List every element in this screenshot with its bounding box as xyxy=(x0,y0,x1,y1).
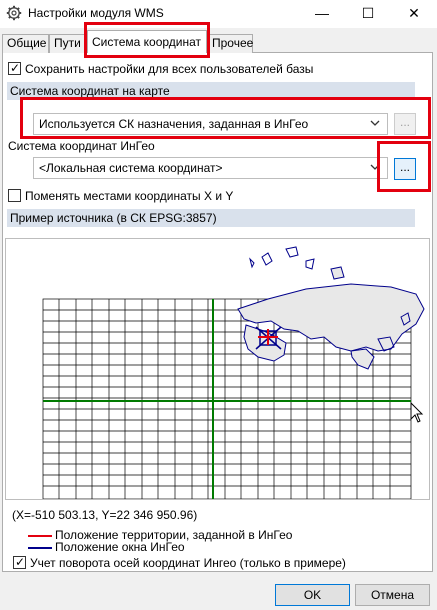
map-cs-section-header: Система координат на карте xyxy=(7,82,415,100)
swap-xy-label: Поменять местами координаты X и Y xyxy=(25,189,234,203)
chevron-down-icon xyxy=(370,120,380,126)
preview-map xyxy=(42,246,425,499)
territory-map xyxy=(237,246,425,370)
window-title: Настройки модуля WMS xyxy=(28,6,164,20)
ingeo-cs-combo[interactable]: <Локальная система координат> xyxy=(33,157,388,179)
cursor-icon xyxy=(410,402,424,423)
swap-xy-checkbox[interactable] xyxy=(8,189,21,202)
tab-coordinate-system[interactable]: Система координат xyxy=(87,30,207,53)
tab-general[interactable]: Общие xyxy=(2,34,49,53)
legend-window-label: Положение окна ИнГео xyxy=(55,540,185,554)
ingeo-cs-browse-button[interactable]: ... xyxy=(394,158,416,180)
coordinates-readout: (X=-510 503.13, Y=22 346 950.96) xyxy=(12,508,198,522)
cancel-button[interactable]: Отмена xyxy=(355,584,430,606)
ok-button[interactable]: OK xyxy=(275,584,350,606)
map-cs-combo[interactable]: Используется СК назначения, заданная в И… xyxy=(33,113,388,135)
save-for-all-label: Сохранить настройки для всех пользовател… xyxy=(25,62,314,76)
gear-icon xyxy=(6,5,22,21)
close-button[interactable]: ✕ xyxy=(391,0,437,28)
minimize-button[interactable]: — xyxy=(299,0,345,28)
ingeo-cs-combo-value: <Локальная система координат> xyxy=(39,161,223,175)
map-cs-combo-value: Используется СК назначения, заданная в И… xyxy=(39,117,309,131)
chevron-down-icon xyxy=(370,164,380,170)
legend-window-swatch xyxy=(28,547,52,549)
rotation-label: Учет поворота осей координат Ингео (толь… xyxy=(30,556,346,570)
legend-territory-swatch xyxy=(28,535,52,537)
maximize-button[interactable]: ☐ xyxy=(345,0,391,28)
save-for-all-checkbox[interactable] xyxy=(8,61,21,75)
rotation-checkbox[interactable] xyxy=(13,555,26,569)
tab-other[interactable]: Прочее xyxy=(207,34,253,53)
tab-paths[interactable]: Пути xyxy=(49,34,85,53)
preview-panel xyxy=(5,238,430,500)
map-cs-browse-button[interactable]: ... xyxy=(394,113,416,135)
ingeo-cs-label: Система координат ИнГео xyxy=(8,139,155,153)
preview-section-header: Пример источника (в СК EPSG:3857) xyxy=(7,209,415,227)
